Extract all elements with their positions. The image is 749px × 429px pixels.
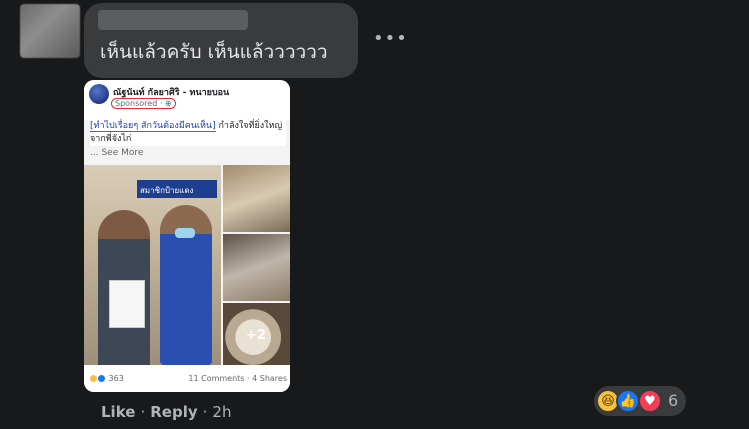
reaction-count: 6	[668, 391, 679, 410]
post-caption: [ทำไปเรื่อยๆ สักวันต้องมีคนเห็น] กำลังใจ…	[90, 120, 286, 146]
certificate	[109, 280, 145, 328]
post-reactions: 363	[90, 374, 124, 383]
reply-button[interactable]: Reply	[150, 403, 197, 421]
like-icon	[98, 375, 105, 382]
attached-screenshot[interactable]: ณัฐนันท์ กัลยาศิริ - ทนายบอน Sponsored ·…	[84, 80, 290, 392]
timestamp[interactable]: 2h	[212, 403, 231, 421]
comment-text: เห็นแล้วครับ เห็นแล้วววววว	[100, 41, 328, 63]
main-photo: สมาชิกป้ายแดง	[84, 165, 221, 365]
page-name: ณัฐนันท์ กัลยาศิริ - ทนายบอน	[113, 88, 230, 98]
photo-banner: สมาชิกป้ายแดง	[137, 180, 217, 198]
thumbnail-photo	[223, 234, 290, 301]
see-more-link: ... See More	[90, 148, 144, 158]
like-button[interactable]: Like	[101, 403, 135, 421]
more-photos-count: +2	[246, 328, 266, 343]
post-reaction-count: 363	[108, 374, 124, 383]
post-header: ณัฐนันท์ กัลยาศิริ - ทนายบอน Sponsored ·…	[84, 80, 290, 120]
like-icon: 👍	[616, 389, 640, 413]
post-footer: 363 11 Comments · 4 Shares	[84, 365, 290, 392]
comments-shares-count: 11 Comments · 4 Shares	[188, 374, 287, 383]
more-options-icon[interactable]: •••	[373, 28, 408, 49]
commenter-name-redacted[interactable]	[98, 10, 248, 30]
face-mask	[175, 228, 195, 238]
sponsored-label: Sponsored · ⊕	[111, 98, 176, 109]
thumbnail-photo	[223, 165, 290, 232]
comment-actions: Like · Reply · 2h	[101, 403, 231, 421]
caption-highlight: [ทำไปเรื่อยๆ สักวันต้องมีคนเห็น]	[90, 121, 216, 132]
separator: ·	[140, 403, 146, 421]
separator: ·	[202, 403, 208, 421]
haha-icon	[90, 375, 97, 382]
commenter-avatar[interactable]	[20, 4, 80, 58]
page-avatar	[89, 84, 109, 104]
love-icon: ♥	[638, 389, 662, 413]
